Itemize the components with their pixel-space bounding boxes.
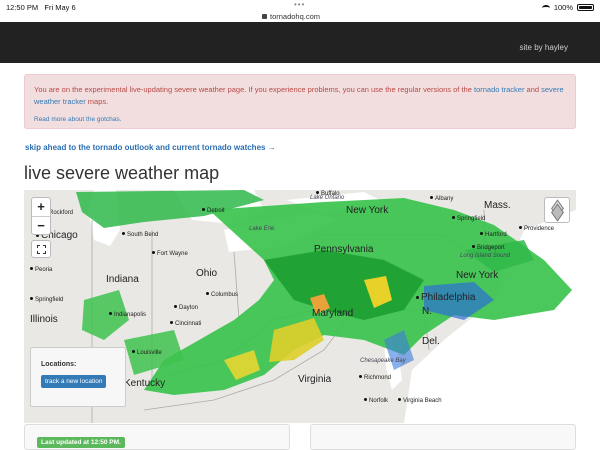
status-bar: 12:50 PM Fri May 6 ••• tornadohq.com 100… [0,0,600,22]
status-time: 12:50 PM Fri May 6 [6,3,76,12]
fullscreen-button[interactable] [31,240,51,258]
city-providence: Providence [519,226,554,232]
tornado-tracker-link[interactable]: tornado tracker [474,85,524,94]
city-philadelphia: Philadelphia [416,292,476,303]
city-richmond: Richmond [359,375,391,381]
experimental-alert: You are on the experimental live-updatin… [24,74,576,129]
zoom-in-button[interactable]: + [32,198,50,216]
state-indiana: Indiana [106,274,139,285]
city-detroit: Detroit [202,208,225,214]
city-louisville: Louisville [132,350,162,356]
label-chesapeake-bay: Chesapeake Bay [360,358,406,364]
state-new-jersey-fragment: N. [422,306,432,317]
city-springfield-ma: Springfield [452,216,485,222]
gotchas-link[interactable]: Read more about the gotchas. [34,114,566,126]
label-long-island-sound: Long Island Sound [460,253,511,259]
state-pennsylvania: Pennsylvania [314,244,374,255]
address-bar[interactable]: tornadohq.com [262,12,320,21]
city-new-york: New York [456,270,499,281]
lock-icon [262,14,267,19]
city-south-bend: South Bend [122,232,158,238]
city-bridgeport: Bridgeport [472,245,505,251]
state-kentucky: Kentucky [124,378,166,389]
label-lake-ontario: Lake Ontario [310,195,345,201]
track-new-location-button[interactable]: track a new location [41,375,107,388]
last-updated-badge: Last updated at 12:50 PM. [37,437,125,448]
skip-ahead-link[interactable]: skip ahead to the tornado outlook and cu… [25,143,276,152]
state-delaware: Del. [422,336,440,347]
city-indianapolis: Indianapolis [109,312,146,318]
city-albany: Albany [430,196,453,202]
city-cincinnati: Cincinnati [170,321,201,327]
site-credit-link[interactable]: site by hayley [520,43,568,52]
state-illinois: Illinois [30,314,58,325]
label-lake-erie: Lake Erie [249,226,275,232]
city-fort-wayne: Fort Wayne [152,251,188,257]
state-massachusetts: Mass. [484,200,511,211]
fullscreen-icon [37,245,46,254]
wifi-icon [541,4,550,11]
state-new-york: New York [346,205,389,216]
state-ohio: Ohio [196,268,218,279]
city-columbus: Columbus [206,292,238,298]
locations-label: Locations: [41,361,77,368]
locations-panel: Locations: track a new location [30,347,126,407]
zoom-out-button[interactable]: − [32,216,50,234]
page-title: live severe weather map [24,163,220,183]
city-dayton: Dayton [174,305,198,311]
state-maryland: Maryland [312,308,354,319]
status-right: 100% [541,3,594,12]
status-panel-left: Last updated at 12:50 PM. [24,424,290,450]
city-virginia-beach: Virginia Beach [398,398,442,404]
city-norfolk: Norfolk [364,398,388,404]
alert-text: You are on the experimental live-updatin… [34,85,564,106]
zoom-control: + − [31,197,51,235]
city-springfield-il: Springfield [30,297,63,303]
state-virginia: Virginia [298,374,332,385]
city-hartford: Hartford [480,232,507,238]
site-header: site by hayley [0,22,600,63]
city-peoria: Peoria [30,267,52,273]
battery-percent: 100% [553,3,573,12]
tab-dots-icon[interactable]: ••• [294,0,305,9]
status-panel-right [310,424,576,450]
weather-map[interactable]: Buffalo Detroit Rockford Chicago South B… [24,190,576,423]
layers-button[interactable] [544,197,570,223]
battery-icon [577,4,594,11]
